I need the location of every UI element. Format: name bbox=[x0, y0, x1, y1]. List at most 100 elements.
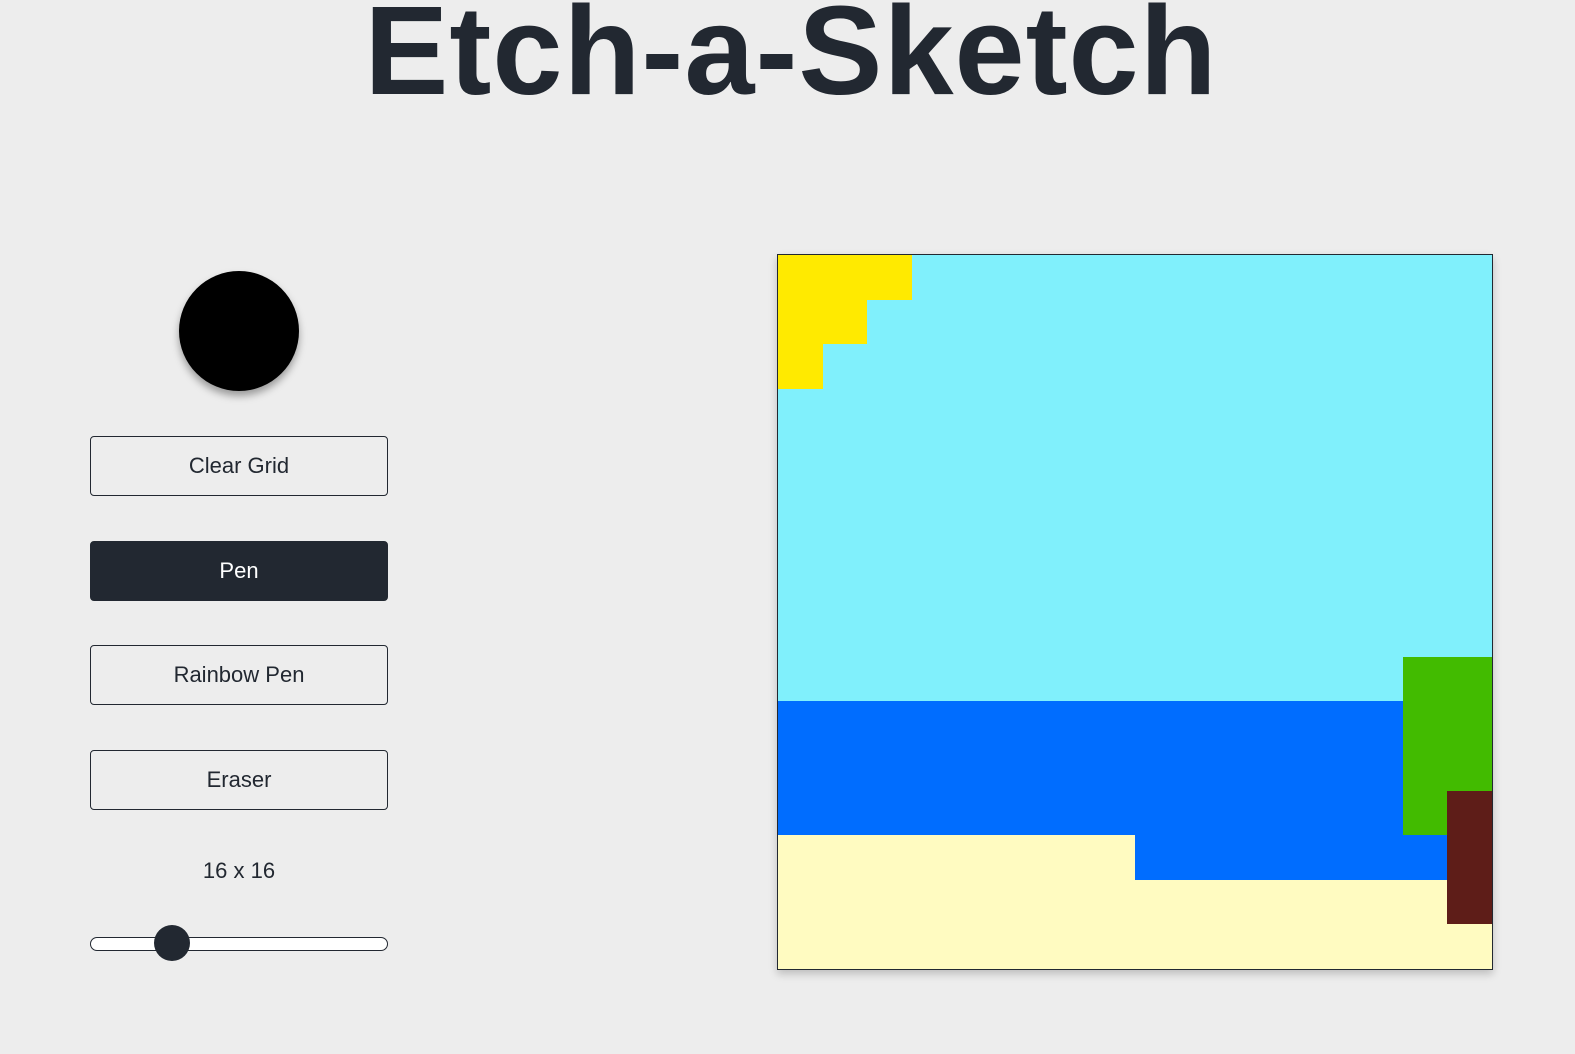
grid-cell[interactable] bbox=[822, 835, 868, 880]
grid-cell[interactable] bbox=[1447, 522, 1492, 568]
grid-cell[interactable] bbox=[1224, 790, 1269, 836]
grid-cell[interactable] bbox=[1313, 388, 1359, 434]
grid-cell[interactable] bbox=[1179, 255, 1225, 300]
grid-cell[interactable] bbox=[1313, 522, 1359, 568]
grid-cell[interactable] bbox=[1179, 433, 1225, 479]
grid-cell[interactable] bbox=[956, 612, 1002, 657]
color-picker[interactable] bbox=[179, 271, 299, 391]
grid-cell[interactable] bbox=[822, 790, 868, 836]
grid-cell[interactable] bbox=[1402, 255, 1448, 300]
grid-cell[interactable] bbox=[1358, 879, 1403, 925]
grid-cell[interactable] bbox=[1179, 745, 1225, 791]
grid-cell[interactable] bbox=[1001, 701, 1046, 746]
grid-cell[interactable] bbox=[1447, 478, 1492, 523]
grid-cell[interactable] bbox=[911, 344, 957, 389]
grid-cell[interactable] bbox=[1268, 790, 1314, 836]
grid-cell[interactable] bbox=[1224, 344, 1269, 389]
grid-cell[interactable] bbox=[1313, 255, 1359, 300]
grid-cell[interactable] bbox=[1001, 835, 1046, 880]
grid-cell[interactable] bbox=[1179, 522, 1225, 568]
grid-cell[interactable] bbox=[1447, 701, 1492, 746]
grid-cell[interactable] bbox=[1090, 388, 1135, 434]
grid-cell[interactable] bbox=[911, 612, 957, 657]
grid-cell[interactable] bbox=[1001, 656, 1046, 702]
grid-cell[interactable] bbox=[1224, 255, 1269, 300]
grid-cell[interactable] bbox=[1179, 299, 1225, 345]
grid-cell[interactable] bbox=[822, 567, 868, 612]
grid-cell[interactable] bbox=[911, 879, 957, 925]
grid-cell[interactable] bbox=[1045, 879, 1091, 925]
grid-cell[interactable] bbox=[1313, 612, 1359, 657]
grid-cell[interactable] bbox=[1402, 745, 1448, 791]
grid-cell[interactable] bbox=[1090, 701, 1135, 746]
grid-cell[interactable] bbox=[1179, 656, 1225, 702]
grid-cell[interactable] bbox=[867, 835, 912, 880]
grid-cell[interactable] bbox=[911, 255, 957, 300]
grid-cell[interactable] bbox=[1358, 656, 1403, 702]
grid-cell[interactable] bbox=[1268, 656, 1314, 702]
grid-cell[interactable] bbox=[956, 344, 1002, 389]
grid-cell[interactable] bbox=[778, 344, 823, 389]
grid-cell[interactable] bbox=[1224, 924, 1269, 969]
grid-cell[interactable] bbox=[1135, 255, 1180, 300]
grid-cell[interactable] bbox=[1179, 924, 1225, 969]
grid-cell[interactable] bbox=[1224, 879, 1269, 925]
sketch-grid[interactable] bbox=[777, 254, 1493, 970]
grid-cell[interactable] bbox=[1313, 344, 1359, 389]
grid-cell[interactable] bbox=[1402, 612, 1448, 657]
grid-cell[interactable] bbox=[911, 745, 957, 791]
grid-cell[interactable] bbox=[1313, 478, 1359, 523]
eraser-button[interactable]: Eraser bbox=[90, 750, 388, 810]
grid-cell[interactable] bbox=[1179, 879, 1225, 925]
grid-cell[interactable] bbox=[1268, 388, 1314, 434]
grid-cell[interactable] bbox=[1135, 433, 1180, 479]
grid-cell[interactable] bbox=[1001, 567, 1046, 612]
grid-cell[interactable] bbox=[956, 299, 1002, 345]
grid-cell[interactable] bbox=[956, 790, 1002, 836]
grid-cell[interactable] bbox=[1224, 299, 1269, 345]
grid-cell[interactable] bbox=[1447, 433, 1492, 479]
grid-cell[interactable] bbox=[1313, 299, 1359, 345]
grid-cell[interactable] bbox=[778, 790, 823, 836]
grid-cell[interactable] bbox=[778, 478, 823, 523]
grid-cell[interactable] bbox=[1135, 478, 1180, 523]
grid-cell[interactable] bbox=[1268, 255, 1314, 300]
grid-cell[interactable] bbox=[1402, 478, 1448, 523]
grid-cell[interactable] bbox=[1447, 612, 1492, 657]
grid-cell[interactable] bbox=[1447, 656, 1492, 702]
grid-cell[interactable] bbox=[1268, 612, 1314, 657]
grid-cell[interactable] bbox=[867, 255, 912, 300]
grid-cell[interactable] bbox=[1313, 433, 1359, 479]
grid-cell[interactable] bbox=[1268, 835, 1314, 880]
grid-cell[interactable] bbox=[1179, 567, 1225, 612]
grid-cell[interactable] bbox=[956, 835, 1002, 880]
grid-cell[interactable] bbox=[1447, 835, 1492, 880]
grid-cell[interactable] bbox=[956, 478, 1002, 523]
grid-cell[interactable] bbox=[1224, 567, 1269, 612]
grid-cell[interactable] bbox=[1313, 924, 1359, 969]
grid-cell[interactable] bbox=[1402, 924, 1448, 969]
grid-cell[interactable] bbox=[778, 656, 823, 702]
grid-cell[interactable] bbox=[956, 701, 1002, 746]
grid-cell[interactable] bbox=[1447, 790, 1492, 836]
grid-cell[interactable] bbox=[1001, 790, 1046, 836]
grid-cell[interactable] bbox=[778, 835, 823, 880]
grid-cell[interactable] bbox=[778, 745, 823, 791]
grid-cell[interactable] bbox=[822, 612, 868, 657]
grid-cell[interactable] bbox=[778, 522, 823, 568]
grid-cell[interactable] bbox=[1090, 433, 1135, 479]
grid-cell[interactable] bbox=[822, 433, 868, 479]
grid-cell[interactable] bbox=[1045, 344, 1091, 389]
grid-cell[interactable] bbox=[867, 388, 912, 434]
grid-cell[interactable] bbox=[1268, 701, 1314, 746]
grid-cell[interactable] bbox=[778, 879, 823, 925]
grid-cell[interactable] bbox=[1090, 522, 1135, 568]
grid-cell[interactable] bbox=[1447, 388, 1492, 434]
grid-cell[interactable] bbox=[1313, 879, 1359, 925]
grid-cell[interactable] bbox=[822, 388, 868, 434]
grid-cell[interactable] bbox=[1090, 255, 1135, 300]
grid-cell[interactable] bbox=[1135, 656, 1180, 702]
grid-cell[interactable] bbox=[822, 299, 868, 345]
grid-cell[interactable] bbox=[1001, 255, 1046, 300]
grid-cell[interactable] bbox=[1447, 879, 1492, 925]
